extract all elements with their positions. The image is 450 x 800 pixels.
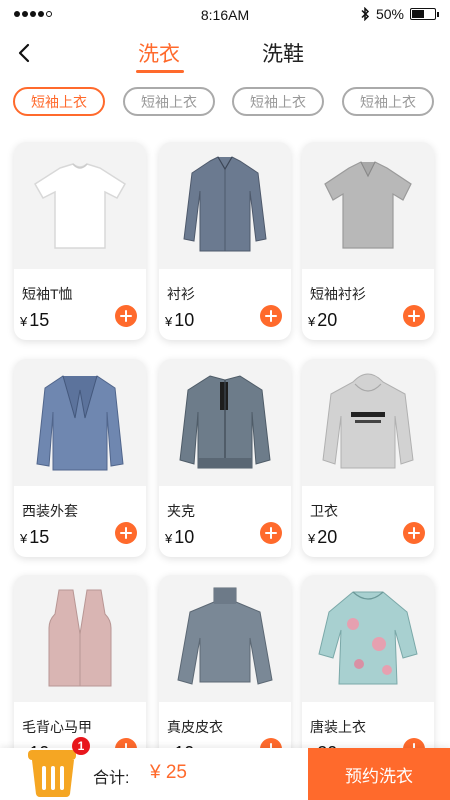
product-name: 西装外套 <box>22 503 78 519</box>
product-image <box>14 359 146 486</box>
product-card[interactable]: 卫衣 ¥20 <box>302 359 434 557</box>
add-to-cart-button[interactable] <box>260 305 282 327</box>
battery-percent: 50% <box>375 6 404 22</box>
product-card[interactable]: 西装外套 ¥15 <box>14 359 146 557</box>
laundry-basket-icon[interactable] <box>26 748 80 798</box>
product-price: ¥10 <box>165 310 195 330</box>
cart-count-badge: 1 <box>72 737 90 755</box>
tang-suit-icon <box>318 591 418 684</box>
product-card[interactable]: 夹克 ¥10 <box>159 359 291 557</box>
bluetooth-icon <box>361 7 370 21</box>
product-card[interactable]: 真皮皮衣 ¥10 <box>159 575 291 773</box>
add-to-cart-button[interactable] <box>260 522 282 544</box>
add-to-cart-button[interactable] <box>403 305 425 327</box>
product-image <box>302 142 434 269</box>
product-image <box>159 142 291 269</box>
product-name: 唐装上衣 <box>310 719 366 735</box>
product-price: ¥15 <box>20 527 50 547</box>
product-price: ¥20 <box>308 310 338 330</box>
total-label: 合计: <box>93 770 130 787</box>
product-image <box>14 575 146 702</box>
product-name: 毛背心马甲 <box>22 719 92 735</box>
sweater-icon <box>177 587 273 685</box>
add-to-cart-button[interactable] <box>115 305 137 327</box>
product-image <box>302 359 434 486</box>
status-bar: 8:16AM 50% <box>0 0 450 30</box>
shirt-icon <box>183 155 267 251</box>
product-card[interactable]: 衬衫 ¥10 <box>159 142 291 340</box>
product-name: 衬衫 <box>167 286 195 302</box>
polo-shirt-icon <box>324 160 412 249</box>
product-name: 短袖衬衫 <box>310 286 366 302</box>
category-pill[interactable]: 短袖上衣 <box>342 87 434 116</box>
jacket-icon <box>179 374 271 468</box>
tab-wash-clothes[interactable]: 洗衣 <box>124 38 194 68</box>
total-price: ¥ 25 <box>150 762 187 783</box>
product-card[interactable]: 唐装上衣 ¥20 <box>302 575 434 773</box>
category-filter: 短袖上衣 短袖上衣 短袖上衣 短袖上衣 <box>0 87 450 117</box>
tab-wash-shoes[interactable]: 洗鞋 <box>248 38 318 68</box>
book-laundry-button[interactable]: 预约洗衣 <box>308 748 450 800</box>
category-pill[interactable]: 短袖上衣 <box>232 87 324 116</box>
product-name: 短袖T恤 <box>22 286 73 302</box>
product-image <box>302 575 434 702</box>
suit-jacket-icon <box>36 374 124 470</box>
product-image <box>159 359 291 486</box>
product-card[interactable]: 短袖T恤 ¥15 <box>14 142 146 340</box>
vest-icon <box>48 589 112 686</box>
top-nav: 洗衣 洗鞋 <box>0 30 450 78</box>
product-name: 卫衣 <box>310 503 338 519</box>
product-price: ¥10 <box>165 527 195 547</box>
product-image <box>159 575 291 702</box>
product-card[interactable]: 短袖衬衫 ¥20 <box>302 142 434 340</box>
active-tab-indicator <box>136 70 184 73</box>
product-name: 真皮皮衣 <box>167 719 223 735</box>
battery-icon <box>410 8 439 20</box>
product-price: ¥15 <box>20 310 50 330</box>
add-to-cart-button[interactable] <box>115 522 137 544</box>
back-arrow-icon[interactable] <box>14 42 36 64</box>
product-image <box>14 142 146 269</box>
hoodie-icon <box>322 373 414 468</box>
add-to-cart-button[interactable] <box>403 522 425 544</box>
category-pill[interactable]: 短袖上衣 <box>13 87 105 116</box>
t-shirt-icon <box>33 162 127 249</box>
product-name: 夹克 <box>167 503 195 519</box>
category-pill[interactable]: 短袖上衣 <box>123 87 215 116</box>
product-price: ¥20 <box>308 527 338 547</box>
